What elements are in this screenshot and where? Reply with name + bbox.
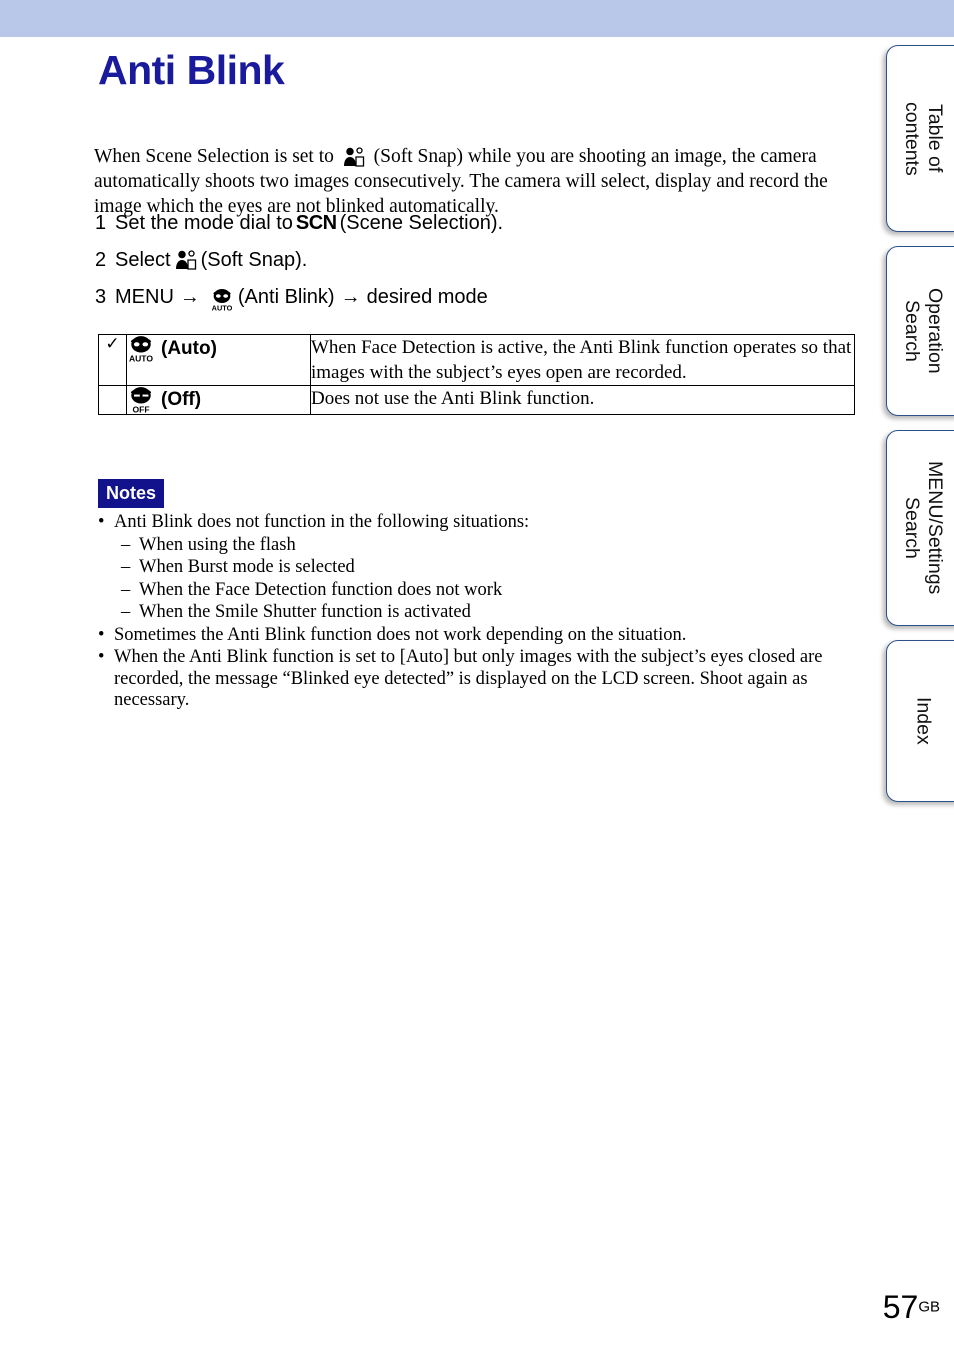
note-text: Anti Blink does not function in the foll… bbox=[114, 512, 530, 532]
anti-blink-options-table: ✓ AUTO (Auto) When Face Detection is acti… bbox=[98, 334, 855, 415]
page-title: Anti Blink bbox=[98, 47, 285, 93]
scn-mode-glyph: SCN bbox=[295, 212, 337, 234]
arrow-icon: → bbox=[179, 286, 200, 308]
step-2-text-before: Select bbox=[115, 249, 171, 271]
intro-paragraph: When Scene Selection is set to (Soft Sna… bbox=[94, 144, 854, 219]
note-subtext: When the Face Detection function does no… bbox=[139, 579, 503, 600]
bullet-icon: • bbox=[98, 624, 105, 645]
step-1-number: 1 bbox=[95, 212, 107, 234]
row-auto-description: When Face Detection is active, the Anti … bbox=[310, 334, 855, 386]
list-item: – When Burst mode is selected bbox=[121, 557, 860, 579]
step-2-body: Select (Soft Snap). bbox=[115, 248, 307, 272]
svg-text:AUTO: AUTO bbox=[129, 353, 153, 363]
dash-icon: – bbox=[121, 534, 131, 555]
sidebar-item-operation-search[interactable]: Operation Search bbox=[886, 246, 954, 416]
list-item: – When using the flash bbox=[121, 535, 860, 557]
step-3-number: 3 bbox=[95, 286, 107, 308]
step-1-text-after: (Scene Selection). bbox=[339, 212, 504, 234]
step-2-text-after: (Soft Snap). bbox=[200, 249, 308, 271]
step-3: 3 MENU → AUTO (Anti Blink) → desired mode bbox=[95, 285, 855, 313]
svg-text:AUTO: AUTO bbox=[212, 304, 233, 312]
bullet-icon: • bbox=[98, 647, 105, 667]
svg-text:OFF: OFF bbox=[132, 404, 149, 414]
row-off-description: Does not use the Anti Blink function. bbox=[310, 385, 855, 415]
sidebar-item-label: Operation Search bbox=[901, 288, 946, 374]
row-off-label: (Off) bbox=[161, 389, 202, 410]
step-1: 1 Set the mode dial to SCN (Scene Select… bbox=[95, 211, 855, 235]
dash-icon: – bbox=[121, 602, 131, 622]
row-off-check bbox=[98, 385, 127, 415]
step-3-body: MENU → AUTO (Anti Blink) → desired mode bbox=[115, 285, 488, 313]
list-item: • Sometimes the Anti Blink function does… bbox=[98, 625, 860, 647]
notes-badge: Notes bbox=[98, 479, 165, 508]
steps-list: 1 Set the mode dial to SCN (Scene Select… bbox=[95, 211, 855, 322]
list-item: • When the Anti Blink function is set to… bbox=[98, 647, 860, 712]
header-band bbox=[0, 0, 954, 37]
note-subtext: When Burst mode is selected bbox=[139, 557, 355, 577]
note-subtext: When using the flash bbox=[139, 534, 296, 555]
dash-icon: – bbox=[121, 557, 131, 577]
soft-snap-icon bbox=[343, 147, 365, 167]
anti-blink-off-icon: OFF bbox=[127, 386, 155, 414]
document-page: Anti Blink When Scene Selection is set t… bbox=[0, 37, 940, 1369]
step-2-number: 2 bbox=[95, 249, 107, 271]
note-group-1: • Anti Blink does not function in the fo… bbox=[98, 512, 860, 624]
row-auto-label: (Auto) bbox=[161, 338, 217, 359]
step-3-text-middle: (Anti Blink) bbox=[237, 286, 335, 308]
row-off-name: OFF (Off) bbox=[126, 385, 311, 415]
step-3-text-after: desired mode bbox=[366, 286, 488, 308]
list-item: • Anti Blink does not function in the fo… bbox=[98, 512, 860, 534]
sidebar-item-table-of-contents[interactable]: Table of contents bbox=[886, 45, 954, 232]
sidebar-item-index[interactable]: Index bbox=[886, 640, 954, 802]
table-row: OFF (Off) Does not use the Anti Blink fun… bbox=[98, 385, 855, 415]
step-3-text-before: MENU bbox=[115, 286, 174, 308]
sidebar-item-label: Index bbox=[912, 697, 935, 745]
sidebar-item-label: Table of contents bbox=[901, 101, 946, 176]
sidebar-item-label: MENU/Settings Search bbox=[901, 461, 946, 595]
note-text: When the Anti Blink function is set to [… bbox=[114, 647, 823, 710]
notes-list: • Anti Blink does not function in the fo… bbox=[98, 512, 860, 713]
note-text: Sometimes the Anti Blink function does n… bbox=[114, 624, 687, 645]
intro-text-part1: When Scene Selection is set to bbox=[94, 145, 339, 167]
soft-snap-icon bbox=[175, 250, 197, 270]
bullet-icon: • bbox=[98, 512, 105, 532]
dash-icon: – bbox=[121, 579, 131, 600]
list-item: – When the Face Detection function does … bbox=[121, 580, 860, 602]
note-subtext: When the Smile Shutter function is activ… bbox=[139, 602, 471, 622]
step-1-text-before: Set the mode dial to bbox=[115, 212, 293, 234]
list-item: – When the Smile Shutter function is act… bbox=[121, 602, 860, 624]
anti-blink-auto-icon: AUTO bbox=[127, 335, 155, 363]
row-auto-name: AUTO (Auto) bbox=[126, 334, 311, 386]
arrow-icon: → bbox=[340, 286, 361, 308]
anti-blink-auto-icon: AUTO bbox=[210, 288, 234, 313]
table-row: ✓ AUTO (Auto) When Face Detection is acti… bbox=[98, 334, 855, 386]
sidebar-tabs: Table of contents Operation Search MENU/… bbox=[880, 37, 954, 1369]
step-2: 2 Select (Soft Snap). bbox=[95, 248, 855, 272]
row-auto-check: ✓ bbox=[98, 334, 127, 386]
step-1-body: Set the mode dial to SCN (Scene Selectio… bbox=[115, 211, 503, 235]
sidebar-item-menu-settings-search[interactable]: MENU/Settings Search bbox=[886, 430, 954, 626]
